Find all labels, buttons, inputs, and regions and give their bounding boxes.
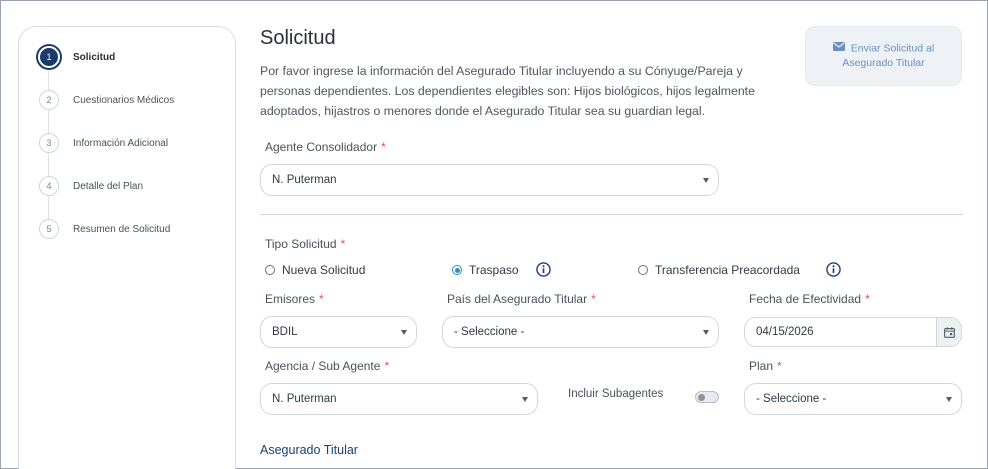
step-number: 5	[39, 219, 59, 239]
tipo-label-text: Tipo Solicitud	[265, 237, 337, 251]
emisores-select[interactable]: BDIL	[260, 316, 417, 348]
step-number: 3	[39, 133, 59, 153]
radio-label: Traspaso	[469, 263, 519, 277]
stepper-panel: 1 Solicitud 2 Cuestionarios Médicos 3 In…	[18, 26, 236, 469]
plan-value: - Seleccione -	[756, 393, 827, 405]
radio-label: Transferencia Preacordada	[655, 263, 800, 277]
agente-select[interactable]: N. Puterman	[260, 164, 719, 196]
radio-nueva-solicitud[interactable]: Nueva Solicitud	[265, 263, 365, 277]
radio-label: Nueva Solicitud	[282, 263, 366, 277]
calendar-icon[interactable]	[936, 318, 961, 346]
agencia-label-text: Agencia / Sub Agente	[265, 359, 381, 373]
pais-label-text: País del Asegurado Titular	[447, 292, 588, 306]
agente-label: Agente Consolidador *	[265, 140, 386, 154]
chevron-down-icon	[522, 397, 528, 402]
section-title-asegurado: Asegurado Titular	[260, 443, 358, 457]
fecha-label-text: Fecha de Efectividad	[749, 292, 862, 306]
chevron-down-icon	[703, 178, 709, 183]
step-resumen[interactable]: 5 Resumen de Solicitud	[39, 218, 170, 240]
info-icon[interactable]	[826, 262, 841, 277]
fecha-value: 04/15/2026	[756, 326, 814, 338]
required-mark: *	[319, 292, 324, 306]
section-divider	[260, 214, 963, 215]
send-button-line2: Asegurado Titular	[842, 57, 925, 70]
page-title: Solicitud	[260, 27, 336, 49]
step-detalle[interactable]: 4 Detalle del Plan	[39, 175, 143, 197]
agente-label-text: Agente Consolidador	[265, 140, 378, 154]
info-icon[interactable]	[536, 262, 551, 277]
pais-value: - Seleccione -	[454, 326, 525, 338]
emisores-label: Emisores *	[265, 292, 324, 306]
required-mark: *	[381, 140, 386, 154]
step-number: 1	[38, 46, 60, 68]
required-mark: *	[340, 237, 346, 251]
agencia-value: N. Puterman	[272, 393, 337, 405]
plan-label: Plan *	[749, 359, 782, 373]
chevron-down-icon	[703, 330, 709, 335]
step-label: Detalle del Plan	[73, 180, 144, 192]
send-button-line1: Enviar Solicitud al	[850, 42, 935, 55]
radio-traspaso[interactable]: Traspaso	[452, 263, 519, 277]
subagentes-label: Incluir Subagentes	[568, 388, 664, 400]
agencia-label: Agencia / Sub Agente *	[265, 359, 389, 373]
step-number: 2	[39, 90, 59, 110]
step-label: Cuestionarios Médicos	[73, 94, 175, 106]
envelope-icon	[832, 41, 845, 56]
step-label: Resumen de Solicitud	[73, 223, 171, 235]
send-to-insured-button[interactable]: Enviar Solicitud al Asegurado Titular	[805, 26, 962, 86]
step-informacion[interactable]: 3 Información Adicional	[39, 132, 168, 154]
tipo-label: Tipo Solicitud *	[265, 237, 345, 251]
pais-label: País del Asegurado Titular *	[447, 292, 596, 306]
plan-label-text: Plan	[749, 359, 774, 373]
fecha-input[interactable]: 04/15/2026	[744, 317, 962, 347]
step-label: Información Adicional	[73, 137, 169, 149]
step-label: Solicitud	[73, 51, 116, 63]
required-mark: *	[865, 292, 870, 306]
plan-select[interactable]: - Seleccione -	[744, 383, 962, 415]
radio-circle	[265, 265, 275, 275]
radio-circle	[638, 265, 648, 275]
page-description: Por favor ingrese la información del Ase…	[260, 64, 755, 118]
pais-select[interactable]: - Seleccione -	[442, 316, 719, 348]
agente-value: N. Puterman	[272, 174, 337, 186]
radio-circle	[452, 265, 462, 275]
fecha-label: Fecha de Efectividad *	[749, 292, 870, 306]
step-cuestionarios[interactable]: 2 Cuestionarios Médicos	[39, 89, 174, 111]
required-mark: *	[591, 292, 596, 306]
radio-transferencia-preacordada[interactable]: Transferencia Preacordada	[638, 263, 800, 277]
emisores-label-text: Emisores	[265, 292, 316, 306]
subagentes-toggle[interactable]	[695, 391, 719, 403]
step-solicitud[interactable]: 1 Solicitud	[38, 46, 116, 68]
required-mark: *	[777, 359, 782, 373]
required-mark: *	[384, 359, 390, 373]
agencia-select[interactable]: N. Puterman	[260, 383, 538, 415]
toggle-knob	[698, 393, 705, 401]
step-number: 4	[39, 176, 59, 196]
chevron-down-icon	[401, 330, 407, 335]
chevron-down-icon	[946, 397, 952, 402]
emisores-value: BDIL	[272, 326, 298, 338]
